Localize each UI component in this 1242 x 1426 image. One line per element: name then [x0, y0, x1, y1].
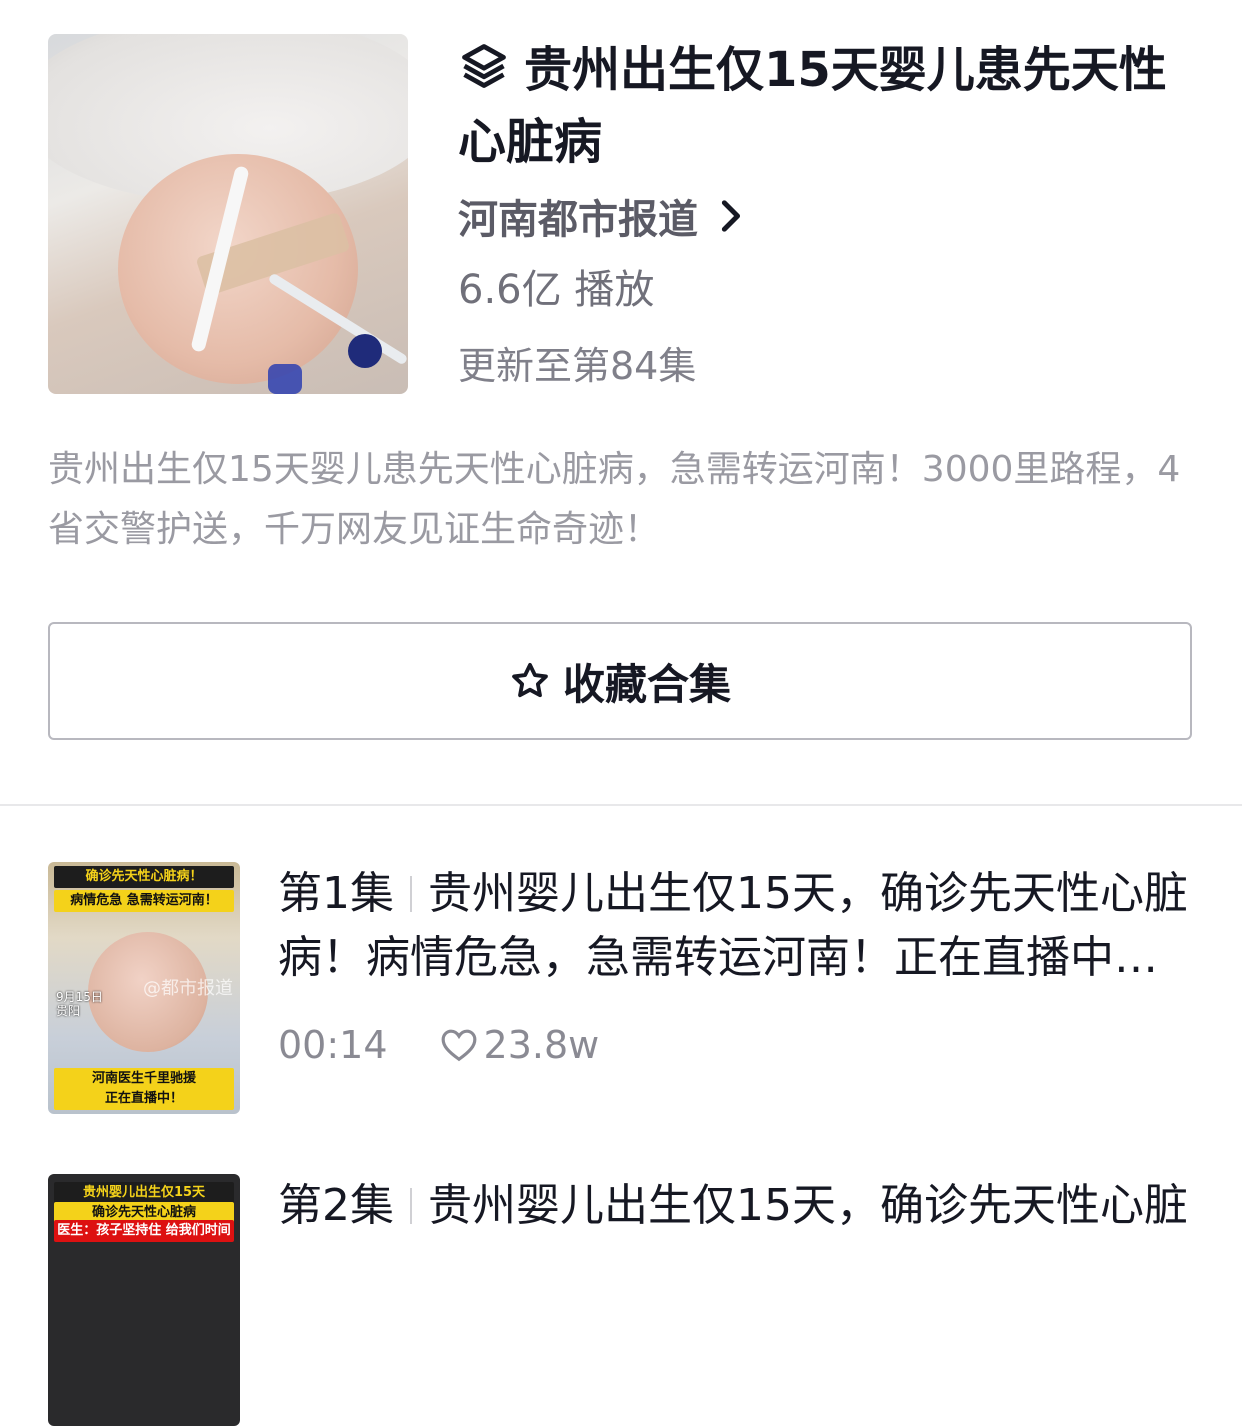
- episode-duration: 00:14: [278, 1023, 388, 1067]
- episode-item[interactable]: 贵州婴儿出生仅15天 确诊先天性心脏病 医生：孩子坚持住 给我们时间 第2集 贵州…: [48, 1174, 1198, 1426]
- episode-title[interactable]: 第2集 贵州婴儿出生仅15天，确诊先天性心脏: [278, 1174, 1198, 1238]
- thumb-date: 9月15日 贵阳: [56, 990, 103, 1018]
- episode-thumbnail[interactable]: 确诊先天性心脏病！ 病情危急 急需转运河南！ 9月15日 贵阳 @都市报道 河南医…: [48, 862, 240, 1114]
- thumb-caption-top: 确诊先天性心脏病！: [54, 866, 234, 888]
- thumb-watermark: @都市报道: [143, 978, 233, 999]
- collection-title: 贵州出生仅15天婴儿患先天性心脏病: [458, 34, 1198, 178]
- episode-thumbnail[interactable]: 贵州婴儿出生仅15天 确诊先天性心脏病 医生：孩子坚持住 给我们时间: [48, 1174, 240, 1426]
- episode-text: 第2集 贵州婴儿出生仅15天，确诊先天性心脏: [278, 1174, 1198, 1238]
- section-divider: [0, 804, 1242, 806]
- thumb-place-text: 贵阳: [56, 1004, 81, 1018]
- thumb-caption-third: 医生：孩子坚持住 给我们时间: [54, 1220, 234, 1242]
- play-count: 6.6亿 播放: [458, 267, 655, 313]
- heart-outline-icon: [441, 1029, 476, 1062]
- chevron-right-icon: [721, 200, 741, 232]
- episode-number: 第2集: [278, 1180, 394, 1231]
- author-link[interactable]: 河南都市报道: [458, 186, 1198, 246]
- thumb-caption-bottom1: 河南医生千里驰援: [54, 1068, 234, 1090]
- collection-info: 贵州出生仅15天婴儿患先天性心脏病 河南都市报道 6.6亿 播放 更新至第84集: [458, 34, 1198, 396]
- episode-title-text: 贵州婴儿出生仅15天，确诊先天性心脏病！病情危急，急需转运河南！正在直播中…: [278, 868, 1188, 983]
- episode-title[interactable]: 第1集 贵州婴儿出生仅15天，确诊先天性心脏病！病情危急，急需转运河南！正在直播中…: [278, 862, 1198, 990]
- collect-button-label: 收藏合集: [562, 659, 731, 709]
- episode-title-text: 贵州婴儿出生仅15天，确诊先天性心脏: [428, 1180, 1188, 1231]
- episode-item[interactable]: 确诊先天性心脏病！ 病情危急 急需转运河南！ 9月15日 贵阳 @都市报道 河南医…: [48, 862, 1198, 1114]
- layers-icon: [462, 44, 506, 88]
- thumb-date-text: 9月15日: [56, 990, 103, 1004]
- thumb-caption-top: 贵州婴儿出生仅15天: [54, 1182, 234, 1204]
- thumb-caption-second: 病情危急 急需转运河南！: [54, 890, 234, 912]
- episode-likes-count: 23.8w: [483, 1023, 600, 1067]
- star-outline-icon: [512, 662, 548, 698]
- collection-cover-image[interactable]: [48, 34, 408, 394]
- collect-collection-button[interactable]: 收藏合集: [48, 622, 1192, 740]
- collection-description: 贵州出生仅15天婴儿患先天性心脏病，急需转运河南！3000里路程，4省交警护送，…: [48, 449, 1181, 550]
- thumb-caption-bottom2: 正在直播中！: [54, 1088, 234, 1110]
- title-separator: [410, 1188, 412, 1224]
- collection-header: 贵州出生仅15天婴儿患先天性心脏病 河南都市报道 6.6亿 播放 更新至第84集: [48, 34, 1198, 394]
- title-separator: [410, 876, 412, 912]
- episode-number: 第1集: [278, 868, 394, 919]
- author-name[interactable]: 河南都市报道: [458, 187, 698, 245]
- episode-text: 第1集 贵州婴儿出生仅15天，确诊先天性心脏病！病情危急，急需转运河南！正在直播中…: [278, 862, 1198, 1070]
- episode-meta: 00:14 23.8w: [278, 1020, 1198, 1070]
- update-status: 更新至第84集: [458, 344, 697, 388]
- collection-title-text: 贵州出生仅15天婴儿患先天性心脏病: [458, 42, 1167, 170]
- episode-likes: 23.8w: [440, 1023, 600, 1067]
